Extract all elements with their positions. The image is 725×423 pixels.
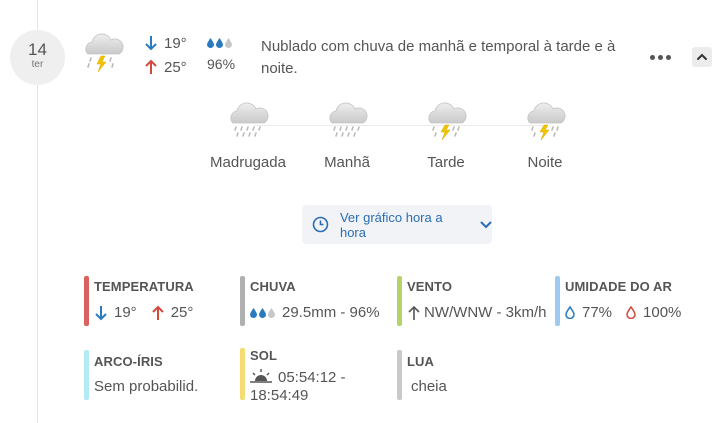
period-label: Tarde (427, 154, 465, 171)
drop-outline-icon (565, 306, 575, 319)
period-madrugada: Madrugada (203, 102, 293, 171)
humidity-max: 100% (643, 304, 682, 321)
cloud-storm-icon (527, 102, 566, 141)
rain-summary: 96% (207, 33, 235, 72)
rainbow-card: ARCO-ÍRIS Sem probabilid. (84, 350, 234, 400)
max-temp: 25° (164, 58, 187, 76)
moon-title: LUA (407, 354, 435, 369)
rainbow-color-bar (84, 350, 89, 400)
sun-title: SOL (250, 348, 278, 363)
temperature-title: TEMPERATURA (94, 279, 194, 294)
rain-values: 29.5mm - 96% (250, 304, 392, 321)
arrow-down-icon (95, 305, 107, 320)
arrow-up-icon (145, 59, 157, 74)
cloud-storm-icon (85, 33, 124, 73)
collapse-button[interactable] (692, 47, 712, 67)
humidity-min: 77% (582, 304, 613, 321)
more-options-button[interactable] (650, 49, 674, 65)
day-name: ter (31, 59, 44, 70)
chevron-up-icon (697, 53, 707, 60)
dot-icon (666, 54, 671, 60)
sunrise-time: 05:54:12 - (278, 369, 346, 386)
humidity-color-bar (555, 276, 560, 326)
period-tarde: Tarde (401, 102, 491, 171)
clock-icon (312, 216, 329, 233)
period-label: Madrugada (210, 154, 286, 171)
period-label: Manhã (324, 154, 370, 171)
wind-card: VENTO NW/WNW - 3km/h (397, 276, 552, 326)
rain-card: CHUVA 29.5mm - 96% (240, 276, 392, 326)
humidity-card: UMIDADE DO AR 77% 100% (555, 276, 715, 326)
hourly-chart-button[interactable]: Ver gráfico hora a hora (302, 205, 492, 244)
rainbow-value: Sem probabilid. (94, 378, 199, 395)
weather-description: Nublado com chuva de manhã e temporal à … (261, 38, 616, 77)
rain-title: CHUVA (250, 279, 296, 294)
day-number: 14 (28, 40, 47, 59)
rain-value: 29.5mm - 96% (282, 304, 380, 321)
temperature-values: 19° 25° (94, 304, 234, 321)
wind-values: NW/WNW - 3km/h (407, 304, 552, 321)
wind-direction-icon (408, 305, 420, 320)
sunset-time: 18:54:49 (250, 387, 309, 404)
sun-color-bar (240, 348, 245, 400)
sun-card: SOL 05:54:12 - 18:54:49 (240, 348, 392, 404)
moon-card: LUA cheia (397, 350, 552, 400)
wind-value: NW/WNW - 3km/h (424, 304, 547, 321)
min-temp-row: 19° (144, 31, 187, 55)
temperature-summary: 19° 25° (144, 31, 187, 79)
cloud-storm-icon (428, 102, 467, 141)
wind-title: VENTO (407, 279, 453, 294)
min-temp: 19° (164, 34, 187, 52)
chevron-down-icon (480, 221, 492, 228)
hourly-chart-label: Ver gráfico hora a hora (339, 209, 443, 240)
moon-value: cheia (411, 378, 447, 395)
temperature-min: 19° (114, 304, 137, 321)
sunrise-icon (250, 369, 272, 383)
drop-outline-icon (626, 306, 636, 319)
arrow-down-icon (145, 36, 157, 51)
sun-values: 05:54:12 - 18:54:49 (250, 369, 392, 405)
moon-color-bar (397, 350, 402, 400)
humidity-values: 77% 100% (565, 304, 715, 321)
dot-icon (658, 54, 663, 60)
arrow-up-icon (151, 305, 164, 320)
temperature-card: TEMPERATURA 19° 25° (84, 276, 234, 326)
cloud-rain-icon (329, 102, 368, 137)
cloud-rain-icon (230, 102, 269, 137)
temperature-color-bar (84, 276, 89, 326)
humidity-title: UMIDADE DO AR (565, 279, 672, 294)
period-manha: Manhã (302, 102, 392, 171)
rain-drops-icon (207, 33, 235, 53)
rain-probability: 96% (207, 56, 236, 72)
dot-icon (650, 54, 655, 60)
period-noite: Noite (500, 102, 590, 171)
wind-color-bar (397, 276, 402, 326)
day-badge: 14 ter (10, 30, 65, 85)
rain-drops-icon (250, 307, 275, 318)
max-temp-row: 25° (144, 55, 187, 79)
period-label: Noite (527, 154, 563, 171)
rain-color-bar (240, 276, 245, 326)
temperature-max: 25° (170, 304, 194, 321)
rainbow-title: ARCO-ÍRIS (94, 354, 163, 369)
